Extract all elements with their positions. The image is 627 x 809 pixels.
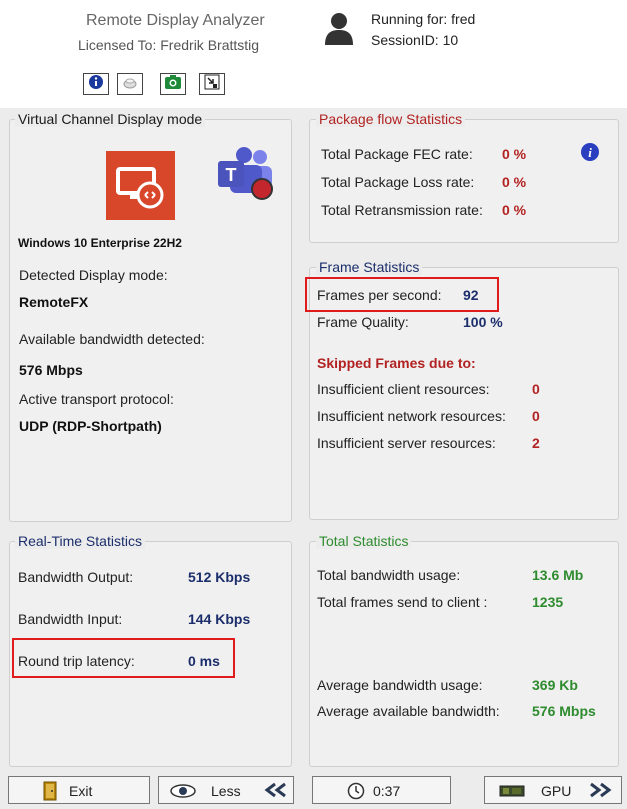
total-usage-value: 13.6 Mb: [532, 567, 584, 583]
running-for: Running for: fred: [371, 11, 476, 27]
licensed-to: Licensed To: Fredrik Brattstig: [78, 37, 260, 53]
fec-rate-value: 0 %: [502, 146, 527, 162]
retransmission-rate-label: Total Retransmission rate:: [321, 202, 483, 218]
os-name: Windows 10 Enterprise 22H2: [18, 236, 182, 250]
door-icon: [43, 781, 57, 804]
total-frames-label: Total frames send to client :: [317, 594, 488, 610]
latency-value: 0 ms: [188, 653, 220, 669]
transport-protocol-value: UDP (RDP-Shortpath): [19, 418, 162, 434]
total-stats-title: Total Statistics: [316, 533, 412, 549]
frame-stats-title: Frame Statistics: [316, 259, 423, 275]
clear-button[interactable]: [117, 73, 143, 95]
gpu-icon: [499, 783, 525, 802]
server-resources-value: 2: [532, 435, 540, 451]
avg-usage-value: 369 Kb: [532, 677, 578, 693]
frame-quality-label: Frame Quality:: [317, 314, 409, 330]
less-label: Less: [211, 783, 241, 799]
session-id: SessionID: 10: [371, 32, 459, 48]
virtual-channel-title: Virtual Channel Display mode: [15, 111, 206, 127]
settings-icon: [204, 74, 220, 95]
double-chevron-left-icon: [263, 782, 287, 801]
exit-label: Exit: [69, 783, 93, 799]
detected-mode-label: Detected Display mode:: [19, 267, 168, 283]
clock-icon: [347, 782, 365, 803]
avg-available-label: Average available bandwidth:: [317, 703, 500, 719]
client-resources-label: Insufficient client resources:: [317, 381, 490, 397]
teams-icon: T: [216, 147, 276, 203]
svg-text:i: i: [588, 145, 592, 160]
timer-label: 0:37: [373, 783, 401, 799]
total-frames-value: 1235: [532, 594, 564, 610]
timer-button[interactable]: 0:37: [312, 776, 451, 804]
retransmission-rate-value: 0 %: [502, 202, 527, 218]
bandwidth-output-label: Bandwidth Output:: [18, 569, 134, 585]
less-button[interactable]: Less: [158, 776, 294, 804]
settings-button[interactable]: [199, 73, 225, 95]
skipped-frames-heading: Skipped Frames due to:: [317, 355, 476, 371]
fec-rate-label: Total Package FEC rate:: [321, 146, 473, 162]
eye-icon: [169, 783, 197, 802]
remote-desktop-logo: [106, 151, 175, 220]
svg-text:T: T: [226, 165, 237, 185]
loss-rate-label: Total Package Loss rate:: [321, 174, 475, 190]
fps-value: 92: [463, 287, 479, 303]
server-resources-label: Insufficient server resources:: [317, 435, 496, 451]
app-title: Remote Display Analyzer: [86, 12, 265, 29]
clear-icon: [122, 74, 138, 95]
latency-label: Round trip latency:: [18, 653, 135, 669]
client-resources-value: 0: [532, 381, 540, 397]
bandwidth-output-value: 512 Kbps: [188, 569, 251, 585]
exit-button[interactable]: Exit: [8, 776, 150, 804]
network-resources-value: 0: [532, 408, 540, 424]
user-icon: [323, 11, 355, 47]
transport-protocol-label: Active transport protocol:: [19, 391, 174, 407]
info-icon: [88, 74, 104, 95]
info-icon[interactable]: i: [580, 142, 600, 167]
double-chevron-right-icon: [589, 782, 613, 801]
network-resources-label: Insufficient network resources:: [317, 408, 506, 424]
realtime-title: Real-Time Statistics: [15, 533, 145, 549]
bandwidth-input-value: 144 Kbps: [188, 611, 251, 627]
frame-quality-value: 100 %: [463, 314, 503, 330]
fps-label: Frames per second:: [317, 287, 442, 303]
total-usage-label: Total bandwidth usage:: [317, 567, 461, 583]
bandwidth-input-label: Bandwidth Input:: [18, 611, 123, 627]
package-flow-title: Package flow Statistics: [316, 111, 466, 127]
bandwidth-detected-label: Available bandwidth detected:: [19, 331, 205, 347]
bandwidth-detected-value: 576 Mbps: [19, 362, 83, 378]
gpu-label: GPU: [541, 783, 572, 799]
avg-available-value: 576 Mbps: [532, 703, 596, 719]
camera-button[interactable]: [160, 73, 186, 95]
loss-rate-value: 0 %: [502, 174, 527, 190]
camera-icon: [164, 74, 182, 95]
avg-usage-label: Average bandwidth usage:: [317, 677, 483, 693]
info-button[interactable]: [83, 73, 109, 95]
gpu-button[interactable]: GPU: [484, 776, 622, 804]
detected-mode-value: RemoteFX: [19, 294, 89, 310]
